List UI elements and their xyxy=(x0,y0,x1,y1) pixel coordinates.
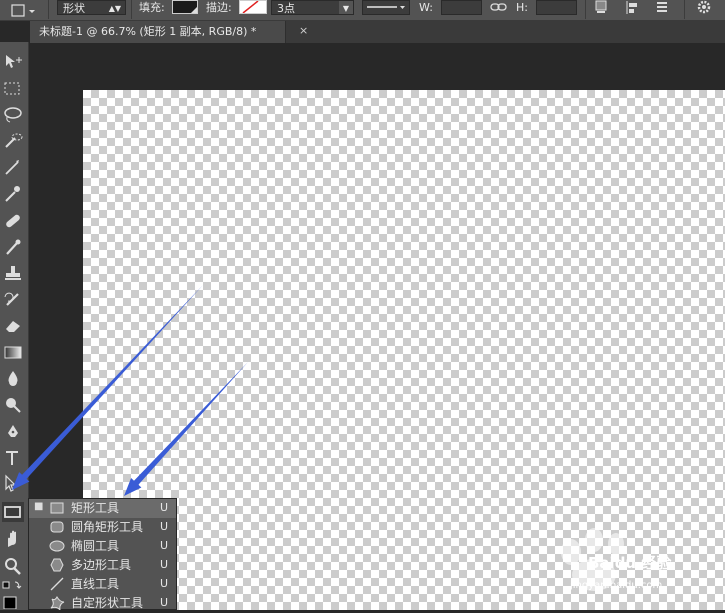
watermark-text: Baidu 经验 xyxy=(588,554,672,572)
menu-item-shortcut: U xyxy=(160,539,169,552)
menu-item-label: 多边形工具 xyxy=(71,558,132,572)
annotation-arrow-flyout xyxy=(124,362,248,496)
menu-item-line-tool[interactable]: 直线工具 U xyxy=(29,575,176,594)
menu-item-label: 自定形状工具 xyxy=(71,596,144,610)
menu-item-shortcut: U xyxy=(160,596,169,609)
selected-bullet: ■ xyxy=(34,501,44,512)
menu-item-custom-shape-tool[interactable]: 自定形状工具 U xyxy=(29,594,176,613)
rectangle-icon xyxy=(50,502,64,514)
watermark-subtext: jingyan.baidu.com xyxy=(570,580,663,591)
menu-item-label: 矩形工具 xyxy=(71,501,120,515)
ellipse-icon xyxy=(49,540,65,552)
menu-item-label: 直线工具 xyxy=(71,577,120,591)
menu-item-rectangle-tool[interactable]: ■ 矩形工具 U xyxy=(29,499,176,518)
menu-item-label: 圆角矩形工具 xyxy=(71,520,144,534)
polygon-icon xyxy=(50,558,64,572)
menu-item-label: 椭圆工具 xyxy=(71,539,120,553)
menu-item-shortcut: U xyxy=(160,501,169,514)
menu-item-polygon-tool[interactable]: 多边形工具 U xyxy=(29,556,176,575)
shape-tool-flyout: ■ 矩形工具 U 圆角矩形工具 U 椭圆工具 U 多边形工具 U 直线工具 U … xyxy=(28,498,177,610)
menu-item-shortcut: U xyxy=(160,558,169,571)
rounded-rectangle-icon xyxy=(50,521,64,533)
line-icon xyxy=(50,577,64,591)
menu-item-rounded-rectangle-tool[interactable]: 圆角矩形工具 U xyxy=(29,518,176,537)
menu-item-ellipse-tool[interactable]: 椭圆工具 U xyxy=(29,537,176,556)
menu-item-shortcut: U xyxy=(160,577,169,590)
custom-shape-icon xyxy=(50,596,65,610)
menu-item-shortcut: U xyxy=(160,520,169,533)
annotation-arrow-toolbar xyxy=(12,285,203,490)
